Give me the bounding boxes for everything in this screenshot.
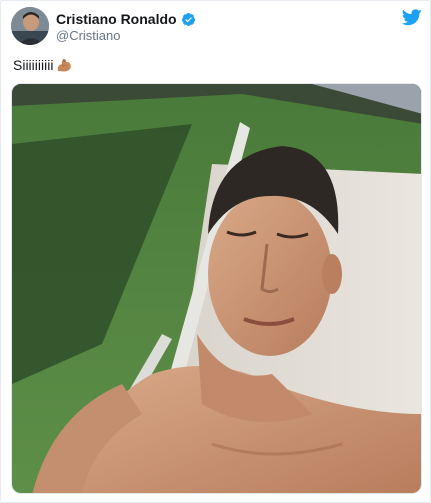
display-row: Cristiano Ronaldo [56,11,196,27]
author-names: Cristiano Ronaldo @Cristiano [56,11,196,44]
tweet-text: Siiiiiiiiii [13,56,73,74]
tweet-text-content: Siiiiiiiiii [13,57,54,73]
flexed-biceps-icon [58,59,72,72]
avatar-image [11,7,49,45]
handle[interactable]: @Cristiano [56,28,196,44]
tweet-header: Cristiano Ronaldo @Cristiano [11,7,422,47]
twitter-bird-icon[interactable] [402,9,422,26]
photo-image [12,84,421,493]
tweet-card: Cristiano Ronaldo @Cristiano Siiiiiiiiii [0,0,431,503]
verified-badge-icon [181,12,195,26]
tweet-photo[interactable] [11,83,422,494]
display-name[interactable]: Cristiano Ronaldo [56,11,177,27]
avatar[interactable] [11,7,49,45]
